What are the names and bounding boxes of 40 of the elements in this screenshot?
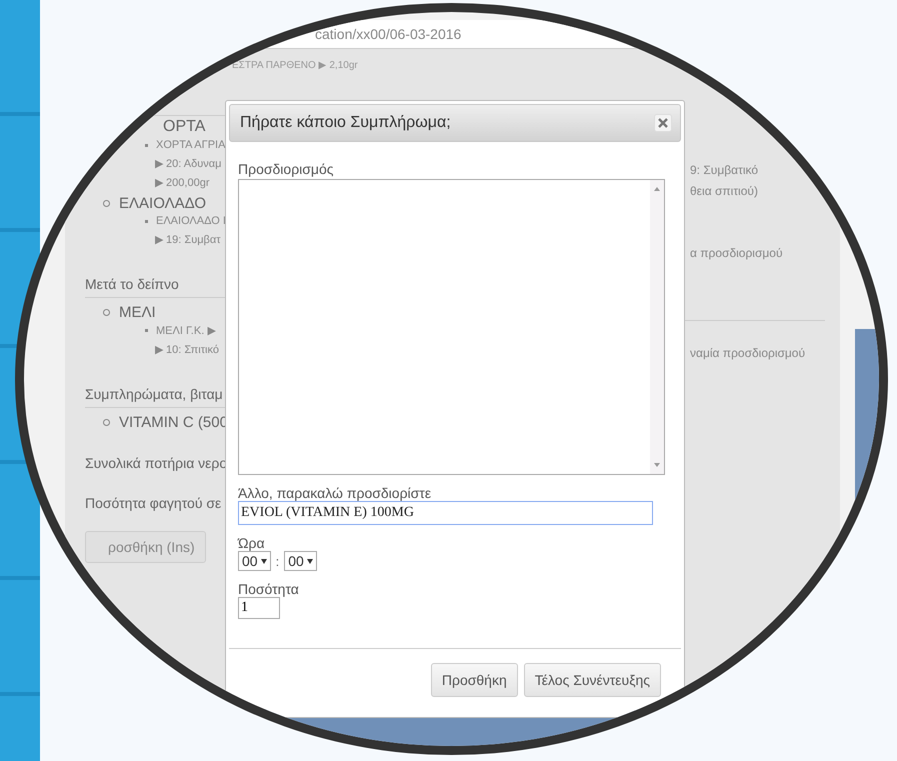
field-label: Άλλο, παρακαλώ προσδιορίστε	[238, 485, 432, 501]
food-group: ΜΕΛΙ	[119, 304, 156, 321]
minute-select[interactable]: 00	[284, 551, 317, 571]
food-heading: ΟΡΤΑ	[163, 118, 206, 136]
bullet-icon	[145, 220, 148, 222]
food-group: ΕΛΑΙΟΛΑΔΟ	[119, 195, 206, 212]
bullet-icon	[103, 309, 110, 316]
bullet-icon	[145, 144, 148, 146]
food-detail: ναμία προσδιορισμού	[690, 346, 806, 360]
bullet-icon	[103, 419, 110, 426]
input-field[interactable]: EVIOL (VITAMIN E) 100MG	[238, 501, 653, 525]
food-item: ΧΟΡΤΑ ΑΓΡΙΑ	[156, 139, 226, 151]
food-item: ΜΕΛΙ Γ.Κ. ▶	[156, 324, 216, 337]
bullet-icon	[103, 200, 110, 207]
food-detail: ▶ 200,00gr	[155, 176, 210, 189]
caret-icon	[306, 558, 313, 564]
close-button[interactable]	[654, 114, 672, 132]
food-detail: 9: Συμβατικό	[690, 163, 760, 177]
close-icon	[658, 118, 668, 128]
question-label: Ποσότητα φαγητού σε	[85, 495, 222, 511]
field-label: Ώρα	[238, 535, 266, 551]
field-label: Προσδιορισμός	[238, 161, 335, 177]
dialog-button[interactable]: Προσθήκη	[430, 663, 518, 697]
hour-select[interactable]: 00	[238, 551, 271, 571]
food-detail: ▶ 10: Σπιτικό	[155, 343, 220, 356]
food-detail: ▶ 19: Συμβατ	[155, 233, 222, 246]
food-detail: α προσδιορισμού	[690, 246, 784, 260]
food-detail: θεια σπιτιού)	[690, 184, 759, 198]
bullet-icon	[145, 329, 148, 332]
field-label: Ποσότητα	[238, 581, 300, 597]
time-separator: :	[276, 554, 280, 568]
quantity-field[interactable]: 1	[238, 597, 280, 619]
dialog-title: Πήρατε κάποιο Συμπλήρωμα;	[240, 114, 451, 132]
food-item: ΕΛΑΙΟΛΑΔΟ Ι	[156, 215, 226, 227]
dialog-button[interactable]: Τέλος Συνέντευξης	[524, 663, 661, 697]
scrollbar[interactable]	[650, 180, 664, 474]
caret-icon	[260, 558, 267, 564]
scroll-up-icon[interactable]	[653, 186, 661, 192]
food-detail: ▶ 20: Αδυναμ	[155, 157, 222, 170]
scroll-down-icon[interactable]	[653, 462, 661, 468]
